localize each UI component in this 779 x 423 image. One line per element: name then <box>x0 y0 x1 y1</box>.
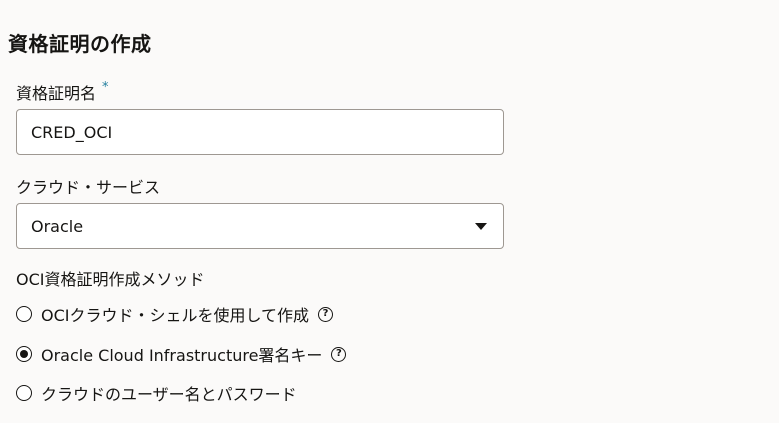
radio-option-cloud-shell[interactable]: OCIクラウド・シェルを使用して作成 ? <box>16 302 334 326</box>
credential-name-label-text: 資格証明名 <box>16 84 97 103</box>
credential-name-label: 資格証明名 * <box>16 80 109 104</box>
radio-option-label: OCIクラウド・シェルを使用して作成 <box>41 306 310 325</box>
help-circle-icon[interactable]: ? <box>331 346 347 362</box>
radio-button-selected[interactable] <box>16 346 32 362</box>
required-marker: * <box>102 80 109 95</box>
radio-option-label: Oracle Cloud Infrastructure署名キー <box>41 346 323 365</box>
credential-name-input[interactable] <box>31 122 489 142</box>
radio-button[interactable] <box>16 306 32 322</box>
help-circle-icon[interactable]: ? <box>318 306 334 322</box>
radio-option-label: クラウドのユーザー名とパスワード <box>41 385 297 404</box>
radio-option-username-password[interactable]: クラウドのユーザー名とパスワード <box>16 381 297 405</box>
page-title: 資格証明の作成 <box>8 32 152 56</box>
chevron-down-icon[interactable] <box>475 222 487 230</box>
radio-button[interactable] <box>16 385 32 401</box>
radio-option-signing-key[interactable]: Oracle Cloud Infrastructure署名キー ? <box>16 342 347 366</box>
method-label: OCI資格証明作成メソッド <box>16 270 205 289</box>
create-credential-panel: 資格証明の作成 資格証明名 * クラウド・サービス Oracle OCI資格証明作… <box>0 0 779 423</box>
credential-name-field[interactable] <box>16 109 504 155</box>
cloud-service-label: クラウド・サービス <box>16 178 161 197</box>
radio-selected-dot <box>20 350 28 358</box>
cloud-service-selected-value: Oracle <box>31 216 84 236</box>
cloud-service-select[interactable]: Oracle <box>16 203 504 249</box>
